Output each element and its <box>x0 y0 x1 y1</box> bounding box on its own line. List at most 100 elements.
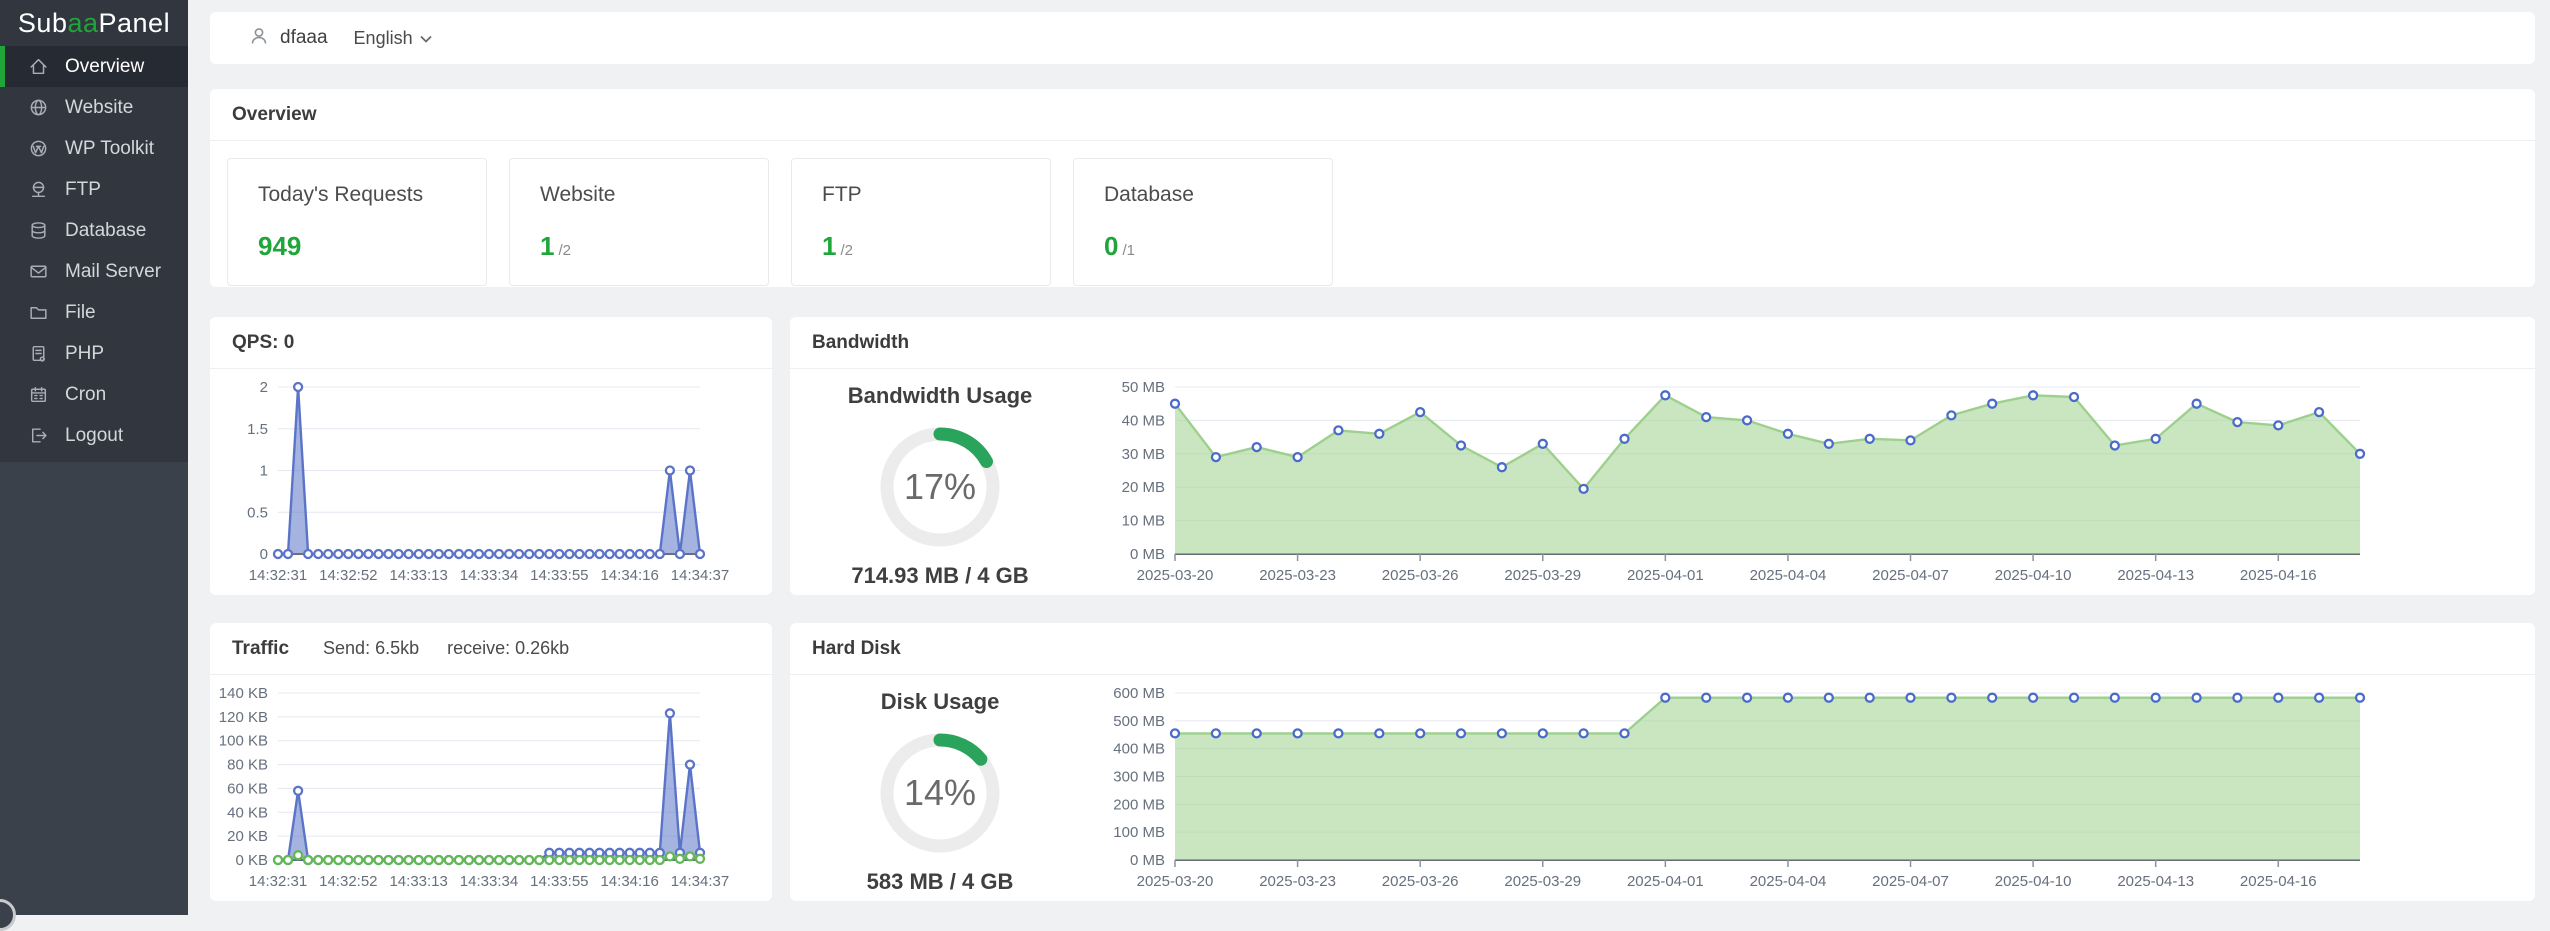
disk-gauge-title: Disk Usage <box>790 689 1090 715</box>
disk-panel: Hard Disk Disk Usage 14% 583 MB / 4 GB 0… <box>790 623 2535 901</box>
svg-text:2025-03-26: 2025-03-26 <box>1382 567 1459 584</box>
sidebar-item-label: FTP <box>65 179 101 201</box>
svg-text:2025-03-23: 2025-03-23 <box>1259 567 1336 584</box>
svg-text:100 KB: 100 KB <box>219 733 268 750</box>
svg-text:14:34:16: 14:34:16 <box>600 567 658 584</box>
bandwidth-panel: Bandwidth Bandwidth Usage 17% 714.93 MB … <box>790 317 2535 595</box>
sidebar-item-ftp[interactable]: FTP <box>0 169 188 210</box>
disk-gauge-percent: 14% <box>870 723 1010 863</box>
disk-gauge-block: Disk Usage 14% 583 MB / 4 GB <box>790 675 1090 901</box>
svg-text:40 KB: 40 KB <box>227 804 268 821</box>
svg-text:200 MB: 200 MB <box>1113 796 1165 813</box>
svg-text:2025-04-16: 2025-04-16 <box>2240 873 2317 890</box>
traffic-send-label: Send: 6.5kb <box>323 638 419 659</box>
svg-text:14:32:31: 14:32:31 <box>249 873 307 890</box>
stat-card-title: Today's Requests <box>258 183 456 207</box>
language-selector[interactable]: English <box>354 28 433 49</box>
stat-card-ftp[interactable]: FTP1/2 <box>791 158 1051 286</box>
svg-text:0 MB: 0 MB <box>1130 852 1165 869</box>
svg-text:140 KB: 140 KB <box>219 685 268 702</box>
sidebar-item-wp-toolkit[interactable]: WP Toolkit <box>0 128 188 169</box>
traffic-chart: 0 KB20 KB40 KB60 KB80 KB100 KB120 KB140 … <box>210 675 772 906</box>
sidebar-item-label: Overview <box>65 56 144 78</box>
svg-text:14:33:13: 14:33:13 <box>389 567 447 584</box>
sidebar-item-file[interactable]: File <box>0 292 188 333</box>
wordpress-icon <box>27 138 49 160</box>
bandwidth-gauge-percent: 17% <box>870 417 1010 557</box>
topbar: dfaaa English <box>210 12 2535 64</box>
bandwidth-panel-title: Bandwidth <box>812 332 909 354</box>
sidebar-item-mail-server[interactable]: Mail Server <box>0 251 188 292</box>
stat-card-value: 1/2 <box>822 231 1020 262</box>
svg-text:400 MB: 400 MB <box>1113 741 1165 758</box>
stat-card-website[interactable]: Website 1/2 <box>509 158 769 286</box>
svg-text:2025-04-10: 2025-04-10 <box>1995 873 2072 890</box>
sidebar-item-cron[interactable]: Cron <box>0 374 188 415</box>
qps-panel: QPS: 0 00.511.5214:32:3114:32:5214:33:13… <box>210 317 772 595</box>
floating-helper-button[interactable] <box>0 899 16 931</box>
stat-card-value: 949 <box>258 231 456 262</box>
svg-text:0.5: 0.5 <box>247 504 268 521</box>
folder-icon <box>27 302 49 324</box>
svg-text:500 MB: 500 MB <box>1113 713 1165 730</box>
sidebar-item-label: File <box>65 302 96 324</box>
svg-text:20 MB: 20 MB <box>1122 479 1165 496</box>
svg-text:14:32:52: 14:32:52 <box>319 873 377 890</box>
language-label: English <box>354 28 413 49</box>
svg-text:2025-04-01: 2025-04-01 <box>1627 873 1704 890</box>
svg-text:2025-04-13: 2025-04-13 <box>2117 567 2194 584</box>
stat-card-today-s-requests[interactable]: Today's Requests 949 <box>227 158 487 286</box>
svg-text:14:33:34: 14:33:34 <box>460 873 518 890</box>
sidebar-item-database[interactable]: Database <box>0 210 188 251</box>
stat-card-value: 0/1 <box>1104 231 1302 262</box>
logo-accent: aa <box>67 8 98 39</box>
svg-text:2025-04-10: 2025-04-10 <box>1995 567 2072 584</box>
svg-text:60 KB: 60 KB <box>227 780 268 797</box>
stat-card-value: 1/2 <box>540 231 738 262</box>
user-menu[interactable]: dfaaa <box>248 25 328 52</box>
svg-text:120 KB: 120 KB <box>219 709 268 726</box>
sidebar-item-logout[interactable]: Logout <box>0 415 188 456</box>
svg-text:2025-03-23: 2025-03-23 <box>1259 873 1336 890</box>
bandwidth-usage-text: 714.93 MB / 4 GB <box>790 563 1090 589</box>
sidebar-item-label: Logout <box>65 425 123 447</box>
bandwidth-chart: 0 MB10 MB20 MB30 MB40 MB50 MB2025-03-202… <box>1090 369 2535 595</box>
svg-text:2025-04-07: 2025-04-07 <box>1872 567 1949 584</box>
sidebar-item-label: Database <box>65 220 146 242</box>
qps-panel-title: QPS: 0 <box>232 332 294 354</box>
svg-text:2025-04-13: 2025-04-13 <box>2117 873 2194 890</box>
svg-text:2025-04-07: 2025-04-07 <box>1872 873 1949 890</box>
svg-text:14:32:31: 14:32:31 <box>249 567 307 584</box>
svg-text:50 MB: 50 MB <box>1122 379 1165 396</box>
sidebar-item-label: Website <box>65 97 133 119</box>
logout-icon <box>27 425 49 447</box>
svg-text:2025-03-20: 2025-03-20 <box>1137 873 1214 890</box>
sidebar-item-website[interactable]: Website <box>0 87 188 128</box>
svg-text:10 MB: 10 MB <box>1122 513 1165 530</box>
overview-panel-title: Overview <box>232 104 317 126</box>
svg-text:100 MB: 100 MB <box>1113 824 1165 841</box>
bandwidth-gauge-title: Bandwidth Usage <box>790 383 1090 409</box>
svg-text:40 MB: 40 MB <box>1122 412 1165 429</box>
sidebar-item-overview[interactable]: Overview <box>0 46 188 87</box>
svg-text:14:32:52: 14:32:52 <box>319 567 377 584</box>
sidebar-item-php[interactable]: PHP <box>0 333 188 374</box>
logo-suffix: Panel <box>99 8 171 39</box>
home-icon <box>27 56 49 78</box>
stat-card-database[interactable]: Database0/1 <box>1073 158 1333 286</box>
globe-icon <box>27 97 49 119</box>
traffic-panel: Traffic Send: 6.5kb receive: 0.26kb 0 KB… <box>210 623 772 901</box>
sidebar-item-label: WP Toolkit <box>65 138 154 160</box>
svg-text:2025-03-29: 2025-03-29 <box>1504 567 1581 584</box>
php-icon <box>27 343 49 365</box>
sidebar: Sub aaPanel OverviewWebsiteWP ToolkitFTP… <box>0 0 188 915</box>
svg-text:0 MB: 0 MB <box>1130 546 1165 563</box>
svg-text:2025-03-29: 2025-03-29 <box>1504 873 1581 890</box>
svg-text:14:33:55: 14:33:55 <box>530 567 588 584</box>
svg-text:14:34:16: 14:34:16 <box>600 873 658 890</box>
bandwidth-gauge-block: Bandwidth Usage 17% 714.93 MB / 4 GB <box>790 369 1090 595</box>
svg-text:14:33:55: 14:33:55 <box>530 873 588 890</box>
sidebar-item-label: Mail Server <box>65 261 161 283</box>
stat-card-title: Website <box>540 183 738 207</box>
database-icon <box>27 220 49 242</box>
